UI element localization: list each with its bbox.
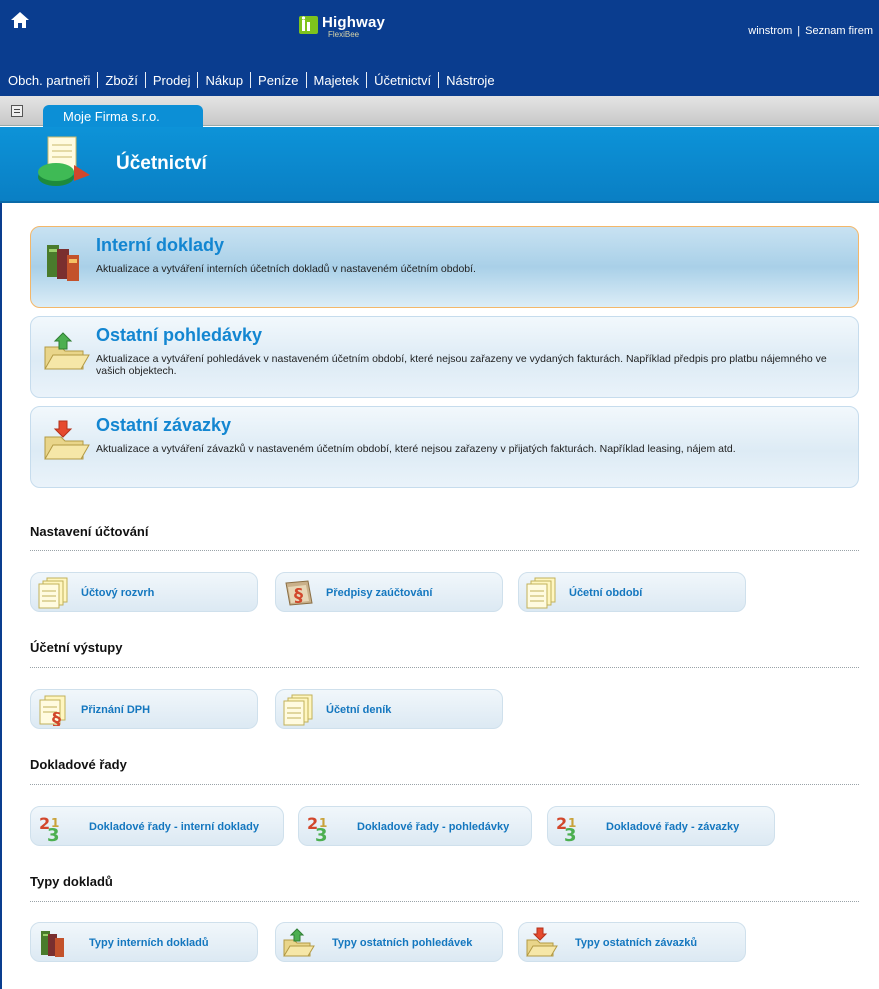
logo-text: Highway (322, 14, 386, 31)
section-title-vystupy: Účetní výstupy (30, 640, 123, 655)
accounting-icon (38, 136, 90, 186)
nav-item-partneri[interactable]: Obch. partneři (8, 73, 90, 88)
svg-text:1: 1 (568, 816, 576, 830)
number-series-icon: 2 3 1 (307, 814, 328, 843)
section-title-nastaveni: Nastavení účtování (30, 524, 149, 539)
link-priznani-dph[interactable]: § Přiznání DPH (30, 689, 258, 729)
link-ucetni-denik[interactable]: Účetní deník (275, 689, 503, 729)
nav-item-zbozi[interactable]: Zboží (105, 73, 138, 88)
card-ostatni-zavazky[interactable]: Ostatní závazky Aktualizace a vytváření … (30, 406, 859, 488)
link-label: Účtový rozvrh (81, 587, 155, 599)
panel-toggle-icon[interactable] (11, 105, 23, 117)
link-label: Typy ostatních pohledávek (332, 937, 473, 949)
card-description: Aktualizace a vytváření pohledávek v nas… (96, 353, 827, 377)
documents-icon (283, 694, 313, 726)
paragraph-icon: § (285, 580, 313, 606)
nav-divider (250, 72, 252, 88)
svg-text:§: § (52, 709, 61, 726)
number-series-icon: 2 3 1 (39, 814, 60, 843)
main-nav: Obch. partneři Zboží Prodej Nákup Peníze… (8, 72, 495, 88)
number-series-icon: 2 3 1 (556, 814, 577, 843)
card-ostatni-pohledavky[interactable]: Ostatní pohledávky Aktualizace a vytváře… (30, 316, 859, 398)
section-title-typy: Typy dokladů (30, 874, 113, 889)
nav-item-prodej[interactable]: Prodej (153, 73, 191, 88)
folder-down-icon (526, 927, 558, 957)
books-icon (41, 931, 64, 957)
section-title-rady: Dokladové řady (30, 757, 127, 772)
nav-divider (144, 72, 146, 88)
section-divider (30, 901, 859, 902)
user-links: winstrom | Seznam firem (748, 25, 873, 37)
tab-company[interactable]: Moje Firma s.r.o. (43, 105, 203, 127)
link-predpisy-zauctovani[interactable]: § Předpisy zaúčtování (275, 572, 503, 612)
svg-text:1: 1 (51, 816, 59, 830)
tax-document-icon: § (39, 695, 66, 726)
link-ucetni-obdobi[interactable]: Účetní období (518, 572, 746, 612)
nav-divider (197, 72, 199, 88)
link-label: Účetní období (569, 587, 643, 599)
documents-icon (38, 577, 68, 609)
link-typy-internich[interactable]: Typy interních dokladů (30, 922, 258, 962)
nav-item-nakup[interactable]: Nákup (205, 73, 243, 88)
separator: | (797, 25, 801, 37)
documents-icon (526, 577, 556, 609)
nav-item-ucetnictvi[interactable]: Účetnictví (374, 73, 431, 88)
company-list-link[interactable]: Seznam firem (805, 25, 873, 37)
link-rady-interni[interactable]: 2 3 1 Dokladové řady - interní doklady (30, 806, 284, 846)
section-divider (30, 784, 859, 785)
nav-divider (366, 72, 368, 88)
link-rady-zavazky[interactable]: 2 3 1 Dokladové řady - závazky (547, 806, 775, 846)
link-rady-pohledavky[interactable]: 2 3 1 Dokladové řady - pohledávky (298, 806, 532, 846)
card-title: Interní doklady (96, 235, 225, 255)
folder-up-icon (44, 332, 90, 370)
card-description: Aktualizace a vytváření interních účetní… (96, 263, 476, 275)
link-label: Předpisy zaúčtování (326, 587, 433, 599)
card-title: Ostatní závazky (96, 415, 232, 435)
svg-text:1: 1 (319, 816, 327, 830)
nav-item-majetek[interactable]: Majetek (314, 73, 360, 88)
section-divider (30, 550, 859, 551)
folder-up-icon (283, 928, 315, 957)
link-label: Typy interních dokladů (89, 937, 209, 949)
nav-divider (97, 72, 99, 88)
link-label: Účetní deník (326, 704, 392, 716)
user-name-link[interactable]: winstrom (748, 25, 792, 37)
svg-text:§: § (294, 585, 303, 606)
card-description: Aktualizace a vytváření závazků v nastav… (96, 443, 736, 455)
link-label: Dokladové řady - interní doklady (89, 821, 259, 833)
nav-item-penize[interactable]: Peníze (258, 73, 298, 88)
link-label: Přiznání DPH (81, 704, 151, 716)
home-icon[interactable] (10, 10, 30, 30)
link-uctovy-rozvrh[interactable]: Účtový rozvrh (30, 572, 258, 612)
link-label: Dokladové řady - závazky (606, 821, 740, 833)
link-typy-pohledavek[interactable]: Typy ostatních pohledávek (275, 922, 503, 962)
folder-down-icon (44, 420, 90, 460)
highway-logo-icon (299, 16, 318, 34)
page-title: Účetnictví (116, 153, 207, 174)
nav-divider (438, 72, 440, 88)
link-label: Dokladové řady - pohledávky (357, 821, 510, 833)
card-title: Ostatní pohledávky (96, 325, 263, 345)
books-icon (47, 245, 79, 281)
link-typy-zavazku[interactable]: Typy ostatních závazků (518, 922, 746, 962)
nav-item-nastroje[interactable]: Nástroje (446, 73, 494, 88)
section-divider (30, 667, 859, 668)
app-logo: Highway FlexiBee (298, 14, 458, 50)
link-label: Typy ostatních závazků (575, 937, 698, 949)
nav-divider (305, 72, 307, 88)
card-interni-doklady[interactable]: Interní doklady Aktualizace a vytváření … (30, 226, 859, 308)
logo-subtitle: FlexiBee (328, 30, 360, 39)
left-border (0, 203, 2, 989)
